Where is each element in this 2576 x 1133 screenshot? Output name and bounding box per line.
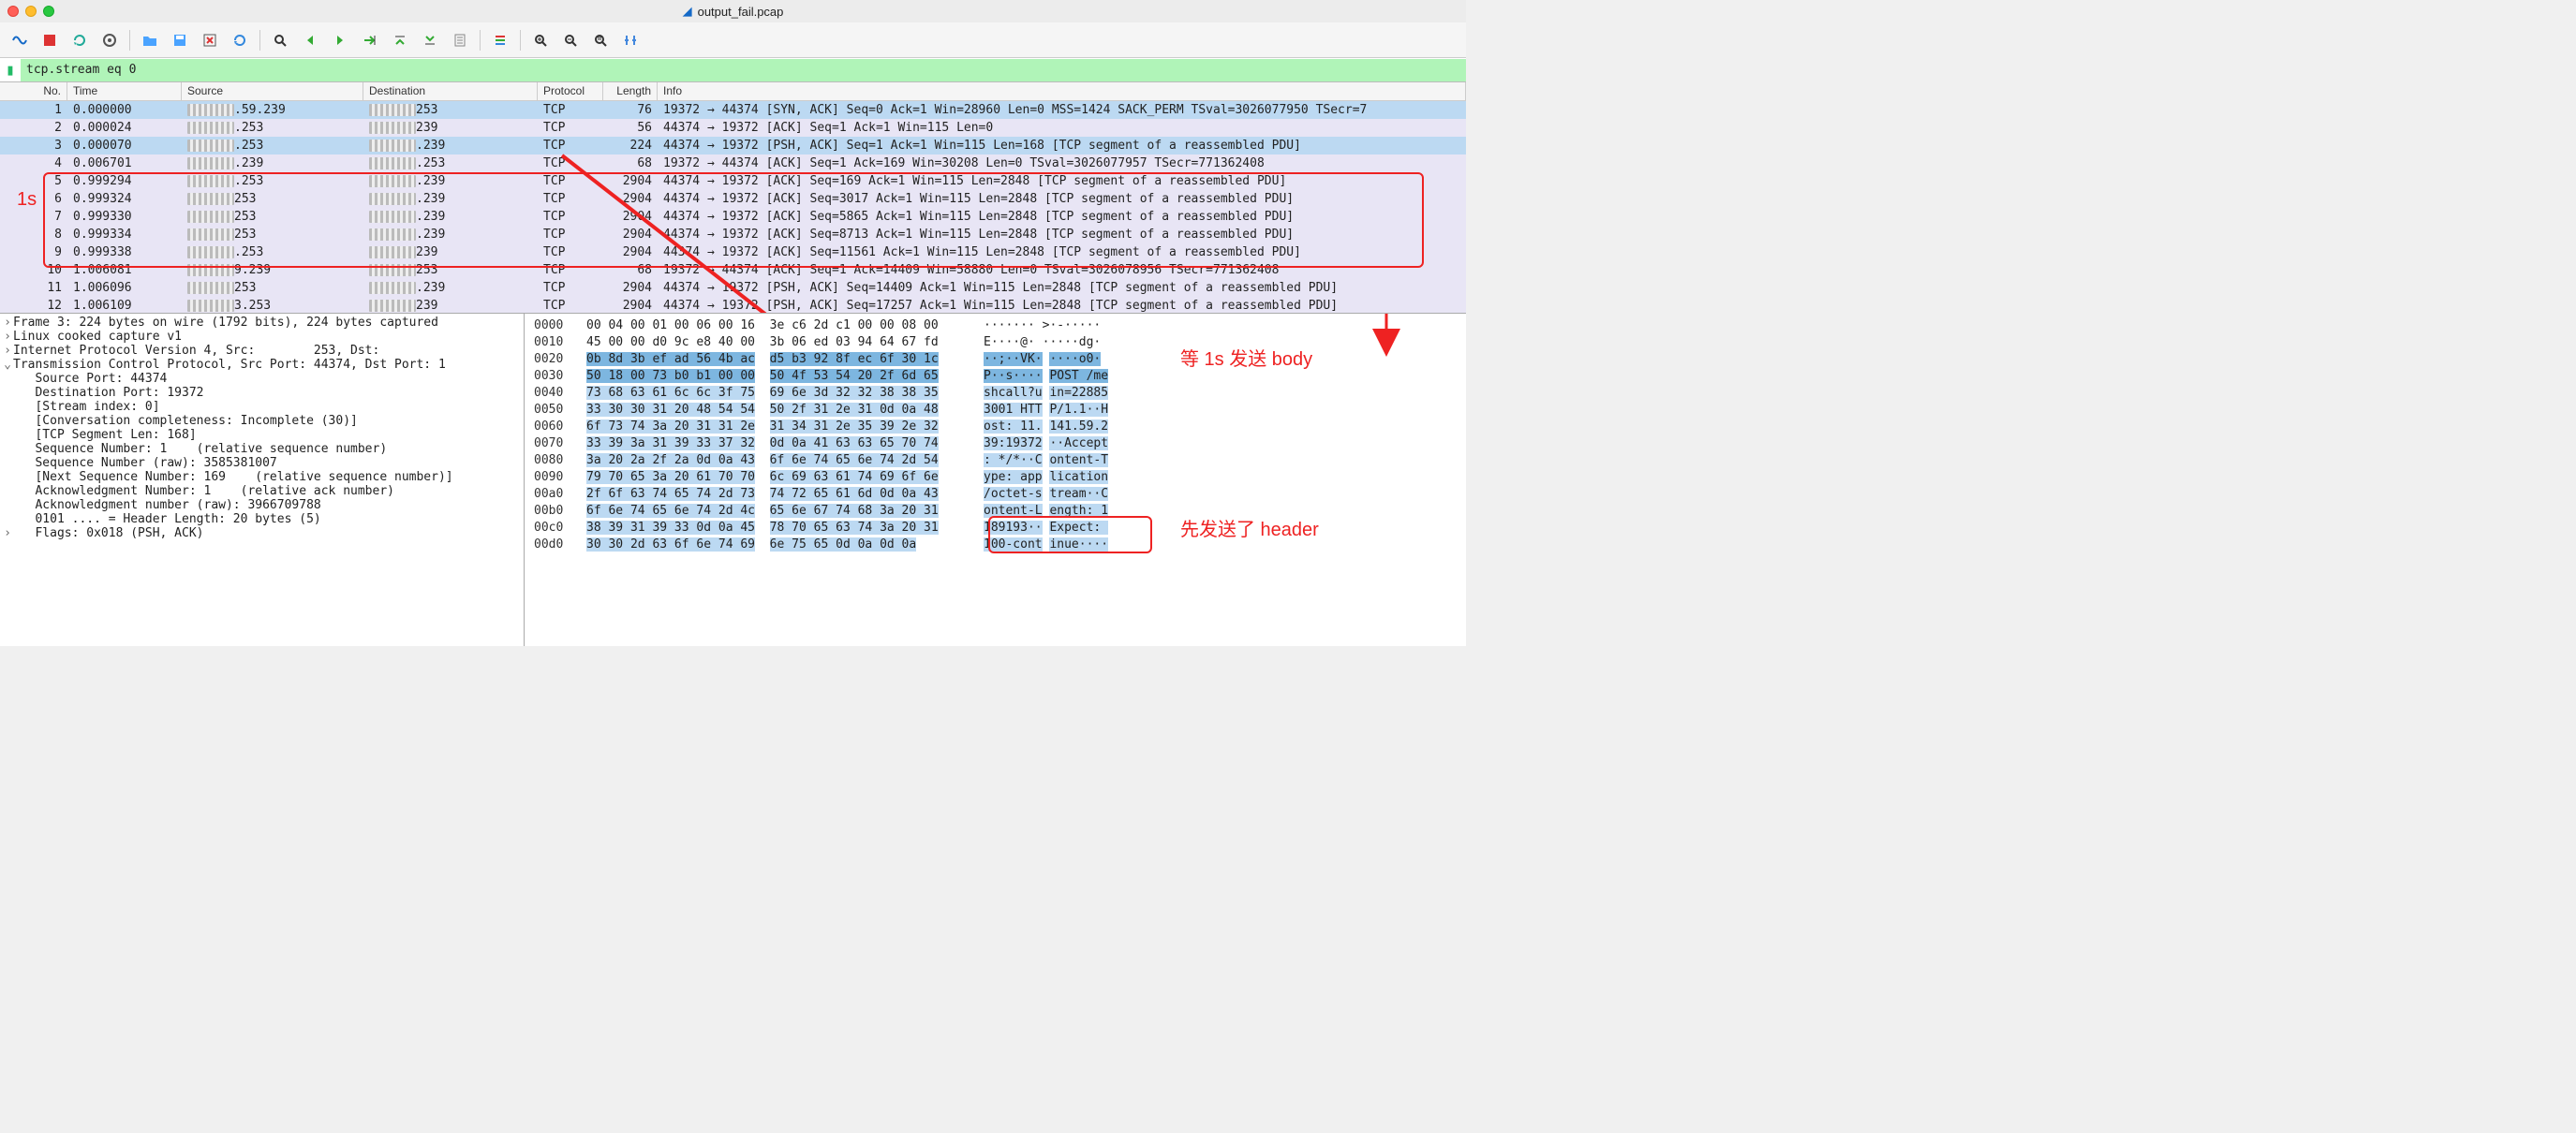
detail-line[interactable]: ⌄Transmission Control Protocol, Src Port… xyxy=(0,358,524,372)
packet-row[interactable]: 10.000000.59.239253TCP7619372 → 44374 [S… xyxy=(0,101,1466,119)
packet-row[interactable]: 30.000070.253.239TCP22444374 → 19372 [PS… xyxy=(0,137,1466,154)
packet-rows: 10.000000.59.239253TCP7619372 → 44374 [S… xyxy=(0,101,1466,313)
detail-line[interactable]: Acknowledgment Number: 1 (relative ack n… xyxy=(0,484,524,498)
goto-icon[interactable] xyxy=(358,28,382,52)
goto-last-icon[interactable] xyxy=(418,28,442,52)
resize-columns-icon[interactable] xyxy=(618,28,643,52)
autoscroll-icon[interactable] xyxy=(448,28,472,52)
detail-line[interactable]: Sequence Number (raw): 3585381007 xyxy=(0,456,524,470)
packet-row[interactable]: 20.000024.253239TCP5644374 → 19372 [ACK]… xyxy=(0,119,1466,137)
stop-capture-icon[interactable] xyxy=(37,28,62,52)
detail-line[interactable]: Source Port: 44374 xyxy=(0,372,524,386)
detail-line[interactable]: ›Frame 3: 224 bytes on wire (1792 bits),… xyxy=(0,316,524,330)
window-title: ◢ output_fail.pcap xyxy=(683,4,784,19)
detail-line[interactable]: ›Internet Protocol Version 4, Src: 253, … xyxy=(0,344,524,358)
goto-first-icon[interactable] xyxy=(388,28,412,52)
hex-row[interactable]: 00c038 39 31 39 33 0d 0a 45 78 70 65 63 … xyxy=(534,520,1457,537)
app-icon: ◢ xyxy=(683,4,692,19)
titlebar: ◢ output_fail.pcap xyxy=(0,0,1466,22)
col-time[interactable]: Time xyxy=(67,82,182,100)
zoom-out-icon[interactable] xyxy=(558,28,583,52)
hex-row[interactable]: 00a02f 6f 63 74 65 74 2d 73 74 72 65 61 … xyxy=(534,486,1457,503)
next-icon[interactable] xyxy=(328,28,352,52)
hex-row[interactable]: 003050 18 00 73 b0 b1 00 00 50 4f 53 54 … xyxy=(534,368,1457,385)
packet-row[interactable]: 80.999334253.239TCP290444374 → 19372 [AC… xyxy=(0,226,1466,243)
detail-line[interactable]: › Flags: 0x018 (PSH, ACK) xyxy=(0,526,524,540)
detail-line[interactable]: [Stream index: 0] xyxy=(0,400,524,414)
col-info[interactable]: Info xyxy=(658,82,1466,100)
toolbar xyxy=(0,22,1466,58)
hex-row[interactable]: 004073 68 63 61 6c 6c 3f 75 69 6e 3d 32 … xyxy=(534,385,1457,402)
reload-icon[interactable] xyxy=(228,28,252,52)
app-window: ◢ output_fail.pcap ▮ xyxy=(0,0,1466,646)
start-capture-icon[interactable] xyxy=(7,28,32,52)
hex-row[interactable]: 00b06f 6e 74 65 6e 74 2d 4c 65 6e 67 74 … xyxy=(534,503,1457,520)
hex-dump-pane[interactable]: 000000 04 00 01 00 06 00 16 3e c6 2d c1 … xyxy=(525,314,1466,646)
restart-capture-icon[interactable] xyxy=(67,28,92,52)
packet-row[interactable]: 40.006701.239.253TCP6819372 → 44374 [ACK… xyxy=(0,154,1466,172)
detail-line[interactable]: 0101 .... = Header Length: 20 bytes (5) xyxy=(0,512,524,526)
display-filter-input[interactable] xyxy=(21,59,1466,81)
col-source[interactable]: Source xyxy=(182,82,363,100)
detail-line[interactable]: [Conversation completeness: Incomplete (… xyxy=(0,414,524,428)
minimize-button[interactable] xyxy=(25,6,37,17)
options-icon[interactable] xyxy=(97,28,122,52)
packet-row[interactable]: 60.999324253.239TCP290444374 → 19372 [AC… xyxy=(0,190,1466,208)
packet-row[interactable]: 101.0060819.239253TCP6819372 → 44374 [AC… xyxy=(0,261,1466,279)
detail-line[interactable]: ›Linux cooked capture v1 xyxy=(0,330,524,344)
hex-row[interactable]: 007033 39 3a 31 39 33 37 32 0d 0a 41 63 … xyxy=(534,435,1457,452)
packet-row[interactable]: 111.006096253.239TCP290444374 → 19372 [P… xyxy=(0,279,1466,297)
hex-row[interactable]: 000000 04 00 01 00 06 00 16 3e c6 2d c1 … xyxy=(534,317,1457,334)
close-file-icon[interactable] xyxy=(198,28,222,52)
packet-row[interactable]: 90.999338.253239TCP290444374 → 19372 [AC… xyxy=(0,243,1466,261)
filter-bookmark-icon[interactable]: ▮ xyxy=(0,60,21,81)
open-icon[interactable] xyxy=(138,28,162,52)
packet-list-pane[interactable]: No. Time Source Destination Protocol Len… xyxy=(0,82,1466,313)
save-icon[interactable] xyxy=(168,28,192,52)
hex-row[interactable]: 005033 30 30 31 20 48 54 54 50 2f 31 2e … xyxy=(534,402,1457,419)
detail-line[interactable]: Acknowledgment number (raw): 3966709788 xyxy=(0,498,524,512)
maximize-button[interactable] xyxy=(43,6,54,17)
filter-bar: ▮ xyxy=(0,58,1466,82)
col-length[interactable]: Length xyxy=(603,82,658,100)
detail-line[interactable]: [TCP Segment Len: 168] xyxy=(0,428,524,442)
packet-row[interactable]: 121.0061093.253239TCP290444374 → 19372 [… xyxy=(0,297,1466,313)
detail-line[interactable]: Destination Port: 19372 xyxy=(0,386,524,400)
prev-icon[interactable] xyxy=(298,28,322,52)
find-icon[interactable] xyxy=(268,28,292,52)
packet-row[interactable]: 70.999330253.239TCP290444374 → 19372 [AC… xyxy=(0,208,1466,226)
zoom-in-icon[interactable] xyxy=(528,28,553,52)
colorize-icon[interactable] xyxy=(488,28,512,52)
col-protocol[interactable]: Protocol xyxy=(538,82,603,100)
hex-row[interactable]: 00803a 20 2a 2f 2a 0d 0a 43 6f 6e 74 65 … xyxy=(534,452,1457,469)
bottom-panes: ›Frame 3: 224 bytes on wire (1792 bits),… xyxy=(0,313,1466,646)
detail-line[interactable]: Sequence Number: 1 (relative sequence nu… xyxy=(0,442,524,456)
detail-line[interactable]: [Next Sequence Number: 169 (relative seq… xyxy=(0,470,524,484)
zoom-reset-icon[interactable] xyxy=(588,28,613,52)
close-button[interactable] xyxy=(7,6,19,17)
col-no[interactable]: No. xyxy=(0,82,67,100)
hex-row[interactable]: 001045 00 00 d0 9c e8 40 00 3b 06 ed 03 … xyxy=(534,334,1457,351)
hex-row[interactable]: 00606f 73 74 3a 20 31 31 2e 31 34 31 2e … xyxy=(534,419,1457,435)
packet-row[interactable]: 50.999294.253.239TCP290444374 → 19372 [A… xyxy=(0,172,1466,190)
hex-row[interactable]: 009079 70 65 3a 20 61 70 70 6c 69 63 61 … xyxy=(534,469,1457,486)
col-destination[interactable]: Destination xyxy=(363,82,538,100)
hex-row[interactable]: 00d030 30 2d 63 6f 6e 74 69 6e 75 65 0d … xyxy=(534,537,1457,553)
packet-list-header: No. Time Source Destination Protocol Len… xyxy=(0,82,1466,101)
packet-details-pane[interactable]: ›Frame 3: 224 bytes on wire (1792 bits),… xyxy=(0,314,525,646)
hex-row[interactable]: 00200b 8d 3b ef ad 56 4b ac d5 b3 92 8f … xyxy=(534,351,1457,368)
